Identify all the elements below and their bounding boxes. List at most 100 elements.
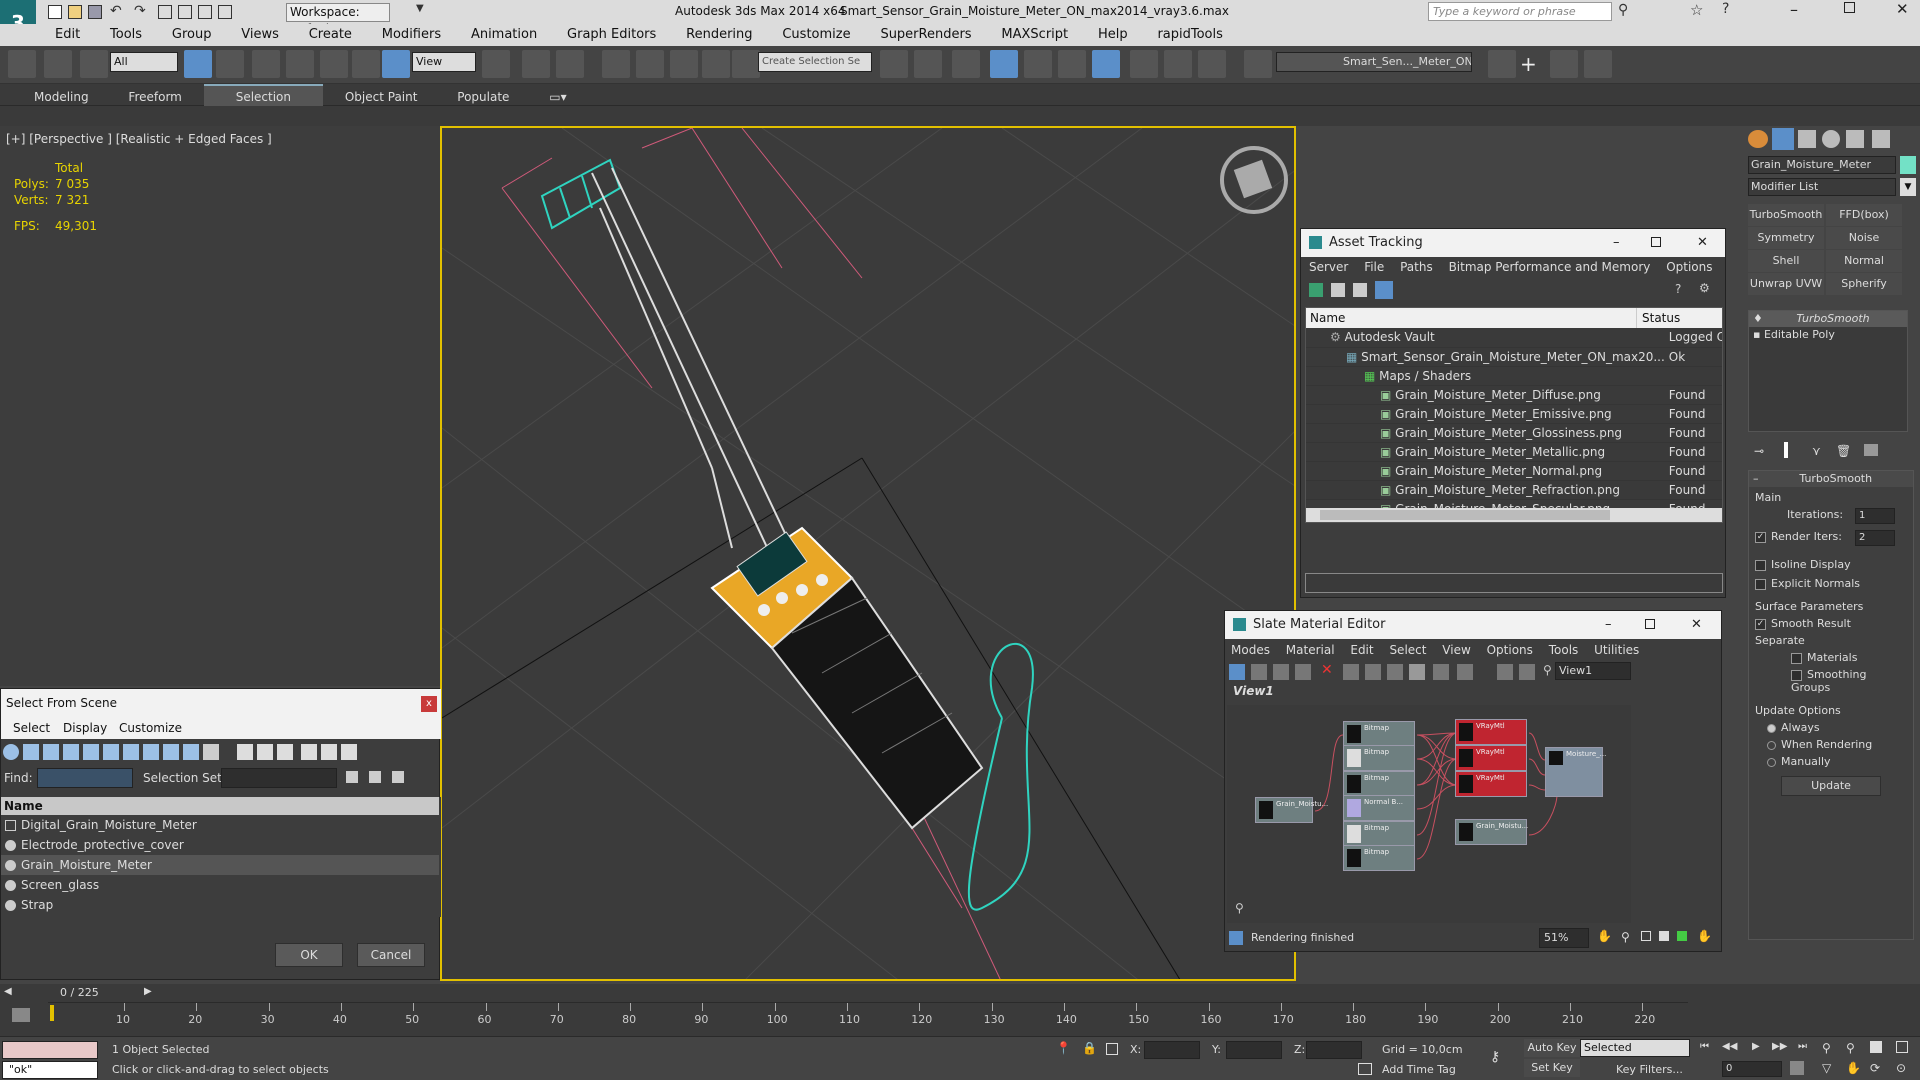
menu-display[interactable]: Display: [63, 721, 107, 735]
viewport-label[interactable]: [+] [Perspective ] [Realistic + Edged Fa…: [6, 132, 272, 146]
object-color-swatch[interactable]: [1900, 156, 1916, 174]
material-node[interactable]: Normal B...: [1343, 795, 1415, 821]
new-file-icon[interactable]: [48, 5, 62, 19]
collapse-icon[interactable]: –: [1749, 471, 1759, 487]
time-configuration-icon[interactable]: [1790, 1061, 1804, 1075]
render-production-icon[interactable]: [1198, 50, 1226, 78]
cancel-button[interactable]: Cancel: [357, 943, 425, 967]
close-button[interactable]: ✕: [1697, 229, 1708, 257]
list-item[interactable]: Digital_Grain_Moisture_Meter: [1, 815, 439, 835]
expand-icon[interactable]: ▪: [1753, 328, 1764, 341]
undo-icon[interactable]: ↶: [110, 3, 122, 19]
modifier-button-symmetry[interactable]: Symmetry: [1748, 227, 1824, 249]
named-selection-set-dropdown[interactable]: Create Selection Se: [758, 52, 872, 72]
column-name[interactable]: Name: [1310, 311, 1345, 325]
node-view[interactable]: Grain_Moistu... Bitmap Bitmap Bitmap Nor…: [1227, 705, 1631, 923]
render-setup-icon[interactable]: [1130, 50, 1158, 78]
modifier-button-noise[interactable]: Noise: [1826, 227, 1902, 249]
close-button[interactable]: ✕: [1896, 0, 1909, 18]
column-status[interactable]: Status: [1636, 308, 1680, 328]
field-of-view-icon[interactable]: ▽: [1822, 1061, 1831, 1075]
display-spacewarps-icon[interactable]: [103, 744, 119, 760]
move-children-icon[interactable]: [1343, 664, 1359, 680]
key-mode-icon[interactable]: ⚷: [1490, 1049, 1500, 1065]
unlink-icon[interactable]: [43, 50, 72, 78]
list-item[interactable]: Screen_glass: [1, 875, 439, 895]
zoom-extents-selected-icon[interactable]: [1677, 931, 1687, 941]
list-item[interactable]: Electrode_protective_cover: [1, 835, 439, 855]
pick-material-icon[interactable]: [1251, 664, 1267, 680]
tab-modeling[interactable]: Modeling: [16, 86, 107, 108]
display-bones-icon[interactable]: [163, 744, 179, 760]
motion-tab-icon[interactable]: [1822, 130, 1840, 148]
table-view-icon[interactable]: [1375, 281, 1393, 299]
make-unique-icon[interactable]: ⋎: [1812, 444, 1821, 458]
select-manipulate-icon[interactable]: [522, 50, 550, 78]
menu-views[interactable]: Views: [228, 24, 292, 46]
menu-modes[interactable]: Modes: [1225, 643, 1276, 657]
table-row[interactable]: ▦ Maps / Shaders: [1306, 366, 1722, 386]
auto-key-button[interactable]: Auto Key: [1524, 1039, 1580, 1057]
select-invert-icon[interactable]: [277, 744, 293, 760]
hide-unused-icon[interactable]: [1365, 664, 1381, 680]
tab-populate[interactable]: Populate: [439, 86, 527, 108]
maximize-button[interactable]: [1651, 237, 1661, 247]
menu-help[interactable]: Help: [1085, 24, 1141, 46]
align-icon[interactable]: [914, 50, 942, 78]
perspective-viewport[interactable]: [440, 126, 1296, 981]
reference-coordinate-dropdown[interactable]: View: [412, 52, 476, 72]
refresh-icon[interactable]: [1309, 283, 1323, 297]
display-lights-icon[interactable]: [43, 744, 59, 760]
x-coordinate-field[interactable]: [1144, 1041, 1200, 1059]
selection-set-dropdown[interactable]: [221, 768, 337, 788]
material-editor-icon[interactable]: [1092, 50, 1120, 78]
menu-graph-editors[interactable]: Graph Editors: [554, 24, 669, 46]
ribbon-options-icon[interactable]: ▭▾: [531, 86, 584, 108]
selection-set-icon-b[interactable]: [369, 771, 381, 783]
asset-path-field[interactable]: [1305, 573, 1723, 593]
list-item-selected[interactable]: Grain_Moisture_Meter: [1, 855, 439, 875]
material-node[interactable]: Bitmap: [1343, 745, 1415, 771]
stack-item-turbosmooth[interactable]: ♦ TurboSmooth: [1749, 311, 1907, 327]
absolute-mode-icon[interactable]: [1106, 1043, 1118, 1055]
chevron-down-icon[interactable]: ▼: [416, 3, 424, 14]
table-row[interactable]: ▣ Grain_Moisture_Meter_Diffuse.png Found: [1306, 385, 1722, 405]
table-row[interactable]: ▣ Grain_Moisture_Meter_Emissive.png Found: [1306, 404, 1722, 424]
selection-set-icon-a[interactable]: [346, 771, 358, 783]
z-coordinate-field[interactable]: [1306, 1041, 1362, 1059]
hierarchy-tab-icon[interactable]: [1798, 130, 1816, 148]
search-input[interactable]: Type a keyword or phrase: [1428, 2, 1612, 21]
spinner-snap-icon[interactable]: [702, 50, 730, 78]
show-map-icon[interactable]: [1387, 664, 1403, 680]
modifier-button-unwrap-uvw[interactable]: Unwrap UVW: [1748, 273, 1824, 295]
put-to-scene-icon[interactable]: [1273, 664, 1289, 680]
set-current-layer-icon[interactable]: [1584, 50, 1612, 78]
workspace-dropdown[interactable]: Workspace: Default: [286, 3, 390, 36]
frame-counter[interactable]: 0 / 225: [60, 986, 99, 999]
select-none-icon[interactable]: [257, 744, 273, 760]
tab-selection[interactable]: Selection: [203, 84, 324, 108]
iterations-spinner[interactable]: 1: [1855, 508, 1895, 524]
list-item[interactable]: Strap: [1, 895, 439, 915]
go-to-end-icon[interactable]: ⏭: [1798, 1041, 1807, 1052]
maximize-viewport-icon[interactable]: [1896, 1041, 1908, 1053]
maximize-button[interactable]: [1645, 619, 1655, 629]
bind-spacewarp-icon[interactable]: [79, 50, 108, 78]
pin-stack-icon[interactable]: ⊸: [1754, 444, 1764, 458]
rotate-icon[interactable]: [352, 50, 380, 78]
menu-select[interactable]: Select: [13, 721, 50, 735]
scale-icon[interactable]: [382, 50, 410, 78]
utilities-tab-icon[interactable]: [1872, 130, 1890, 148]
current-frame-field[interactable]: 0: [1722, 1061, 1782, 1077]
zoom-viewport-icon[interactable]: ⚲: [1822, 1041, 1831, 1055]
lightbulb-icon[interactable]: ♦: [1753, 312, 1766, 325]
pan-icon[interactable]: ✋: [1597, 929, 1612, 943]
menu-superrenders[interactable]: SuperRenders: [867, 24, 984, 46]
table-row[interactable]: ▣ Grain_Moisture_Meter_Normal.png Found: [1306, 461, 1722, 481]
snaps-toggle-icon[interactable]: [602, 50, 630, 78]
delete-icon[interactable]: ✕: [1321, 662, 1333, 678]
ok-button[interactable]: OK: [275, 943, 343, 967]
time-slider-prev-icon[interactable]: ◀: [4, 986, 12, 997]
menu-modifiers[interactable]: Modifiers: [369, 24, 454, 46]
display-xrefs-icon[interactable]: [143, 744, 159, 760]
